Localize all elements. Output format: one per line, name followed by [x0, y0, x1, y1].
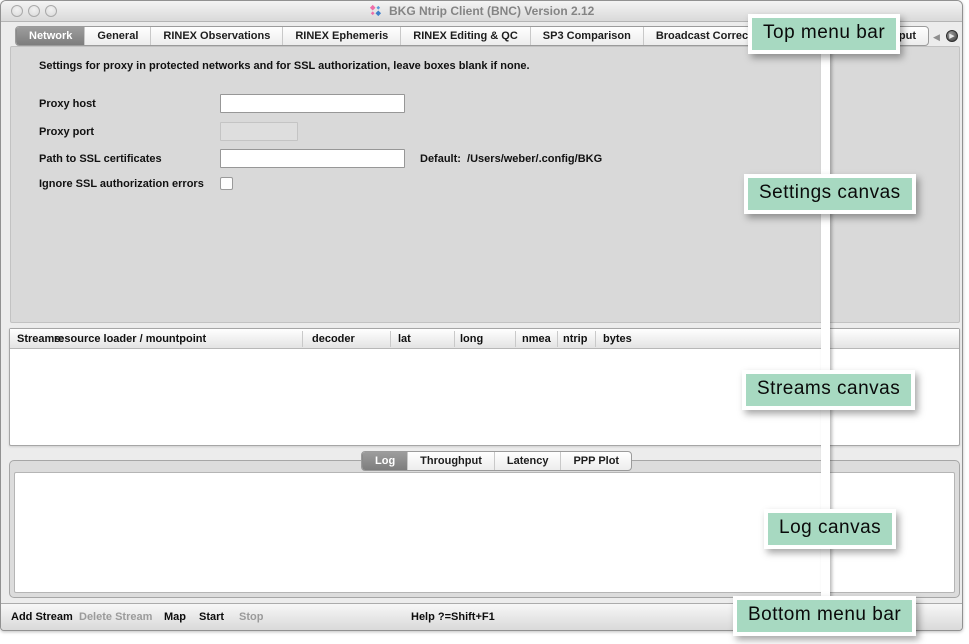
- delete-stream-button[interactable]: Delete Stream: [79, 611, 152, 623]
- proxy-host-input[interactable]: [220, 94, 405, 113]
- column-divider: [454, 331, 455, 347]
- tab-general[interactable]: General: [84, 27, 150, 45]
- annotation-bottom-menu-bar: Bottom menu bar: [733, 596, 916, 636]
- column-bytes[interactable]: bytes: [603, 333, 632, 345]
- annotation-settings-canvas: Settings canvas: [744, 174, 916, 214]
- ssl-certificates-path-label: Path to SSL certificates: [39, 153, 162, 165]
- tab-network[interactable]: Network: [16, 27, 84, 45]
- tab-ppp-plot[interactable]: PPP Plot: [560, 452, 631, 470]
- annotation-streams-canvas: Streams canvas: [742, 370, 915, 410]
- column-divider: [595, 331, 596, 347]
- annotation-top-menu-bar: Top menu bar: [748, 14, 900, 54]
- tab-sp3-comparison[interactable]: SP3 Comparison: [530, 27, 643, 45]
- ssl-certificates-path-input[interactable]: [220, 149, 405, 168]
- tab-rinex-ephemeris[interactable]: RINEX Ephemeris: [282, 27, 400, 45]
- column-long[interactable]: long: [460, 333, 483, 345]
- tab-log[interactable]: Log: [362, 452, 407, 470]
- column-lat[interactable]: lat: [398, 333, 411, 345]
- settings-description: Settings for proxy in protected networks…: [39, 60, 530, 72]
- tab-scroll-right-icon[interactable]: ▶: [946, 30, 958, 42]
- column-nmea[interactable]: nmea: [522, 333, 551, 345]
- tab-rinex-observations[interactable]: RINEX Observations: [150, 27, 282, 45]
- map-button[interactable]: Map: [164, 611, 186, 623]
- add-stream-button[interactable]: Add Stream: [11, 611, 73, 623]
- proxy-port-input[interactable]: [220, 122, 298, 141]
- column-divider: [515, 331, 516, 347]
- streams-table-header: Streams: resource loader / mountpoint de…: [10, 329, 959, 349]
- log-tab-bar: Log Throughput Latency PPP Plot: [361, 451, 632, 471]
- window-title-text: BKG Ntrip Client (BNC) Version 2.12: [389, 4, 594, 18]
- tab-scroll-left-icon[interactable]: ◀: [933, 32, 940, 43]
- start-button[interactable]: Start: [199, 611, 224, 623]
- column-divider: [557, 331, 558, 347]
- column-decoder[interactable]: decoder: [312, 333, 355, 345]
- stop-button[interactable]: Stop: [239, 611, 263, 623]
- column-divider: [302, 331, 303, 347]
- column-divider: [390, 331, 391, 347]
- tab-throughput[interactable]: Throughput: [407, 452, 494, 470]
- column-mountpoint[interactable]: resource loader / mountpoint: [54, 333, 206, 345]
- proxy-host-label: Proxy host: [39, 98, 96, 110]
- bnc-app-icon: [369, 4, 382, 20]
- help-shortcut-label: Help ?=Shift+F1: [411, 611, 495, 623]
- column-ntrip[interactable]: ntrip: [563, 333, 587, 345]
- ssl-default-path-note: Default: /Users/weber/.config/BKG: [420, 153, 602, 165]
- tab-rinex-editing-qc[interactable]: RINEX Editing & QC: [400, 27, 530, 45]
- ignore-ssl-errors-label: Ignore SSL authorization errors: [39, 178, 204, 190]
- ignore-ssl-errors-checkbox[interactable]: [220, 177, 233, 190]
- annotation-log-canvas: Log canvas: [764, 509, 896, 549]
- proxy-port-label: Proxy port: [39, 126, 94, 138]
- tab-latency[interactable]: Latency: [494, 452, 561, 470]
